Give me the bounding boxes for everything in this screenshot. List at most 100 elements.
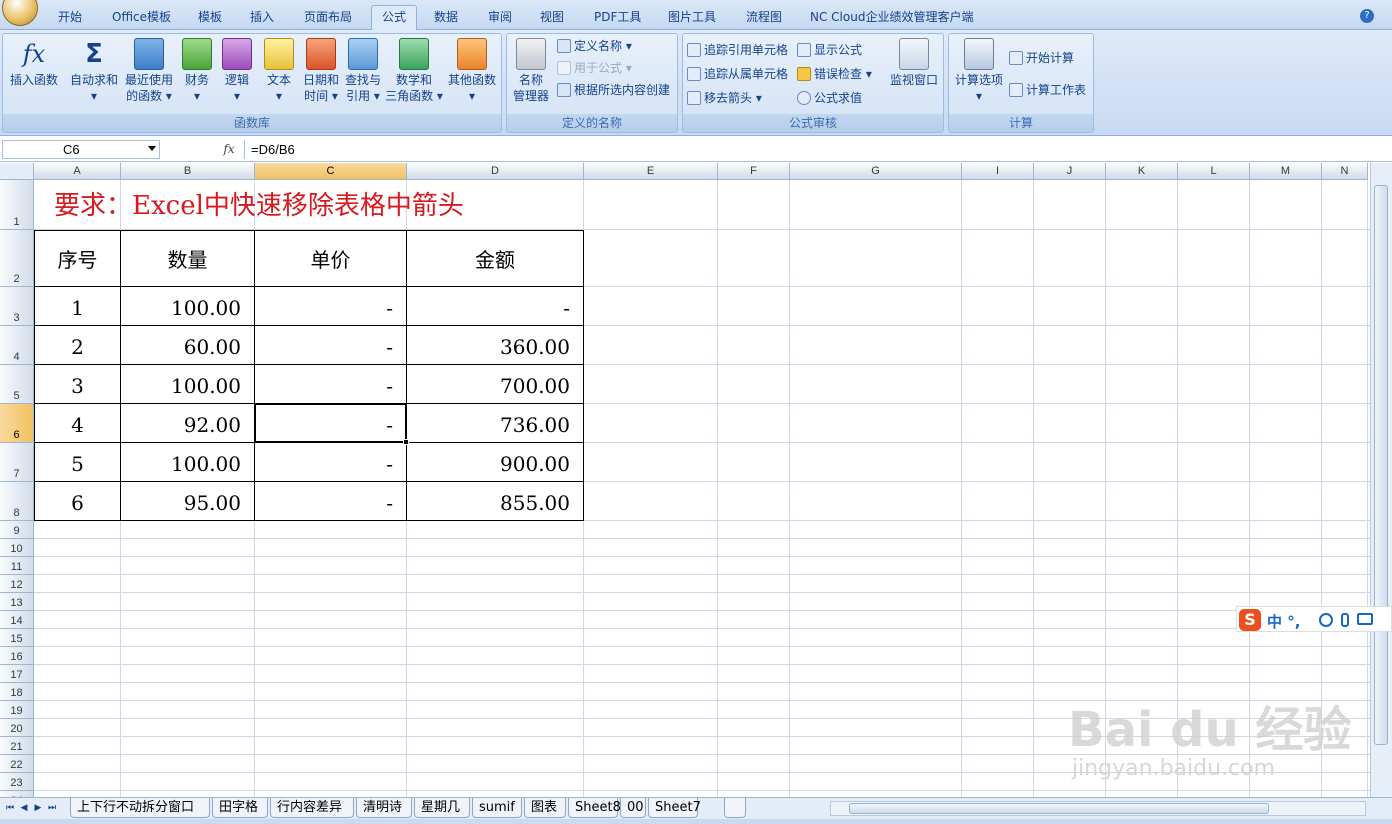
table-header-cell[interactable]: 序号 — [34, 230, 121, 287]
evaluate-formula-button[interactable]: 公式求值 — [797, 88, 862, 108]
insert-function-fx-button[interactable]: fx — [218, 140, 240, 159]
prev-sheet-button[interactable]: ◀ — [18, 802, 30, 814]
name-box[interactable]: C6 — [2, 140, 160, 159]
column-header[interactable]: D — [407, 163, 584, 180]
horizontal-scrollbar[interactable] — [830, 801, 1366, 816]
column-header[interactable]: G — [790, 163, 962, 180]
tab-nc-cloud[interactable]: NC Cloud企业绩效管理客户端 — [800, 6, 983, 30]
row-header[interactable]: 20 — [0, 719, 34, 737]
column-header[interactable]: F — [718, 163, 790, 180]
calculation-options-button[interactable]: 计算选项 ▾ — [951, 38, 1007, 104]
insert-sheet-icon[interactable] — [724, 798, 746, 818]
tab-pdf-tools[interactable]: PDF工具 — [584, 6, 651, 30]
row-header[interactable]: 15 — [0, 629, 34, 647]
row-header[interactable]: 17 — [0, 665, 34, 683]
table-cell[interactable]: 900.00 — [407, 443, 584, 482]
column-header[interactable]: I — [962, 163, 1034, 180]
column-header[interactable]: L — [1178, 163, 1250, 180]
table-cell[interactable]: 3 — [34, 365, 121, 404]
table-cell[interactable]: 100.00 — [121, 287, 255, 326]
row-header[interactable]: 14 — [0, 611, 34, 629]
table-cell[interactable]: 95.00 — [121, 482, 255, 521]
vertical-scroll-thumb[interactable] — [1374, 185, 1388, 745]
sheet-tab[interactable]: 00 — [620, 798, 646, 818]
row-header[interactable]: 1 — [0, 180, 34, 230]
table-header-cell[interactable]: 数量 — [121, 230, 255, 287]
lookup-reference-button[interactable]: 查找与 引用 ▾ — [343, 38, 383, 104]
row-header[interactable]: 12 — [0, 575, 34, 593]
tab-data[interactable]: 数据 — [424, 6, 468, 30]
row-header[interactable]: 18 — [0, 683, 34, 701]
row-header[interactable]: 16 — [0, 647, 34, 665]
table-cell[interactable]: - — [255, 326, 407, 365]
create-from-selection-button[interactable]: 根据所选内容创建 — [557, 80, 670, 100]
row-header[interactable]: 2 — [0, 230, 34, 287]
table-cell[interactable]: - — [255, 443, 407, 482]
sheet-tab[interactable]: 田字格 — [212, 798, 268, 818]
tab-formulas[interactable]: 公式 — [371, 5, 418, 31]
table-cell[interactable]: 92.00 — [121, 404, 255, 443]
column-header[interactable]: E — [584, 163, 718, 180]
table-cell[interactable]: 2 — [34, 326, 121, 365]
sheet-tab[interactable]: 星期几 — [414, 798, 470, 818]
column-header[interactable]: A — [34, 163, 121, 180]
row-header[interactable]: 21 — [0, 737, 34, 755]
remove-arrows-button[interactable]: 移去箭头 ▾ — [687, 88, 762, 108]
text-button[interactable]: 文本 ▾ — [261, 38, 297, 104]
table-cell[interactable]: 855.00 — [407, 482, 584, 521]
tab-home[interactable]: 开始 — [48, 6, 92, 30]
table-cell[interactable]: - — [255, 482, 407, 521]
tab-page-layout[interactable]: 页面布局 — [294, 6, 362, 30]
row-header[interactable]: 8 — [0, 482, 34, 521]
row-header[interactable]: 7 — [0, 443, 34, 482]
financial-button[interactable]: 财务 ▾ — [179, 38, 215, 104]
trace-dependents-button[interactable]: 追踪从属单元格 — [687, 64, 788, 84]
keyboard-icon[interactable] — [1357, 613, 1373, 625]
table-cell[interactable]: 1 — [34, 287, 121, 326]
sheet-tab[interactable]: Sheet7 — [648, 798, 701, 818]
tab-flowchart[interactable]: 流程图 — [736, 6, 792, 30]
calculate-now-button[interactable]: 开始计算 — [1009, 48, 1074, 68]
table-header-cell[interactable]: 金额 — [407, 230, 584, 287]
row-header[interactable]: 6 — [0, 404, 34, 443]
office-button[interactable] — [2, 0, 38, 26]
row-header[interactable]: 9 — [0, 521, 34, 539]
formula-input[interactable]: =D6/B6 — [244, 140, 1384, 159]
row-header[interactable]: 4 — [0, 326, 34, 365]
row-header[interactable]: 11 — [0, 557, 34, 575]
column-header[interactable]: B — [121, 163, 255, 180]
date-time-button[interactable]: 日期和 时间 ▾ — [301, 38, 341, 104]
logical-button[interactable]: 逻辑 ▾ — [219, 38, 255, 104]
show-formulas-button[interactable]: 显示公式 — [797, 40, 862, 60]
row-header[interactable]: 22 — [0, 755, 34, 773]
row-header[interactable]: 23 — [0, 773, 34, 791]
table-cell[interactable]: - — [255, 404, 407, 443]
tab-review[interactable]: 审阅 — [478, 6, 522, 30]
table-cell[interactable]: 5 — [34, 443, 121, 482]
row-header[interactable]: 13 — [0, 593, 34, 611]
title-cell[interactable]: 要求：Excel中快速移除表格中箭头 — [54, 185, 464, 222]
next-sheet-button[interactable]: ▶ — [32, 802, 44, 814]
table-cell[interactable]: 100.00 — [121, 365, 255, 404]
insert-function-button[interactable]: fx 插入函数 — [7, 38, 61, 88]
row-header[interactable]: 10 — [0, 539, 34, 557]
autosum-button[interactable]: Σ 自动求和 ▾ — [67, 38, 121, 104]
sheet-tab[interactable]: sumif — [472, 798, 522, 818]
help-icon[interactable]: ? — [1360, 9, 1374, 23]
watch-window-button[interactable]: 监视窗口 — [887, 38, 941, 88]
calculate-sheet-button[interactable]: 计算工作表 — [1009, 80, 1086, 100]
more-functions-button[interactable]: 其他函数 ▾ — [445, 38, 499, 104]
column-header[interactable]: K — [1106, 163, 1178, 180]
row-header[interactable]: 5 — [0, 365, 34, 404]
vertical-scrollbar[interactable] — [1370, 163, 1392, 797]
ime-toolbar[interactable]: S 中 °, — [1236, 606, 1392, 632]
column-header[interactable]: J — [1034, 163, 1106, 180]
tab-templates[interactable]: 模板 — [188, 6, 232, 30]
last-sheet-button[interactable]: ⏭ — [46, 802, 58, 814]
error-checking-button[interactable]: 错误检查 ▾ — [797, 64, 872, 84]
tab-insert[interactable]: 插入 — [240, 6, 284, 30]
column-header[interactable]: N — [1322, 163, 1368, 180]
table-cell[interactable]: 4 — [34, 404, 121, 443]
table-cell[interactable]: - — [255, 365, 407, 404]
table-header-cell[interactable]: 单价 — [255, 230, 407, 287]
